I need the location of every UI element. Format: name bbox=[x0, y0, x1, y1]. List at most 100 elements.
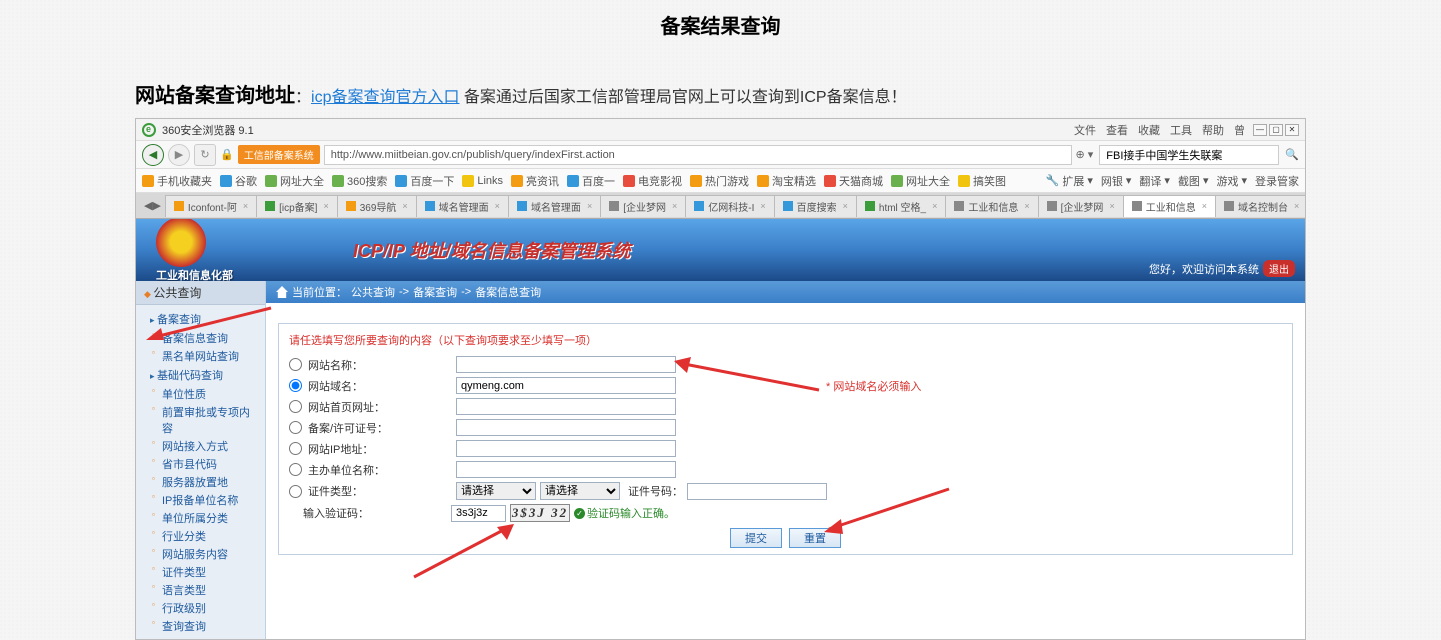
tree-item[interactable]: 网站服务内容 bbox=[136, 545, 265, 563]
bookmark-item[interactable]: 天猫商城 bbox=[824, 173, 883, 189]
input-org[interactable] bbox=[456, 461, 676, 478]
radio-homepage[interactable] bbox=[289, 400, 302, 413]
tabs-back-icon[interactable]: ◀▶ bbox=[140, 199, 165, 212]
radio-domain[interactable] bbox=[289, 379, 302, 392]
minimize-button[interactable]: — bbox=[1253, 124, 1267, 136]
radio-cert[interactable] bbox=[289, 485, 302, 498]
tree-group-query[interactable]: 备案查询 bbox=[136, 309, 265, 329]
reload-button[interactable]: ↻ bbox=[194, 144, 216, 166]
radio-ip[interactable] bbox=[289, 442, 302, 455]
forward-button[interactable]: ▶ bbox=[168, 144, 190, 166]
tab[interactable]: 域名管理面× bbox=[416, 195, 509, 217]
bookmark-item[interactable]: 网址大全 bbox=[891, 173, 950, 189]
tab[interactable]: 369导航× bbox=[337, 195, 417, 217]
tree-item[interactable]: IP报备单位名称 bbox=[136, 491, 265, 509]
intro-rest: 备案通过后国家工信部管理局官网上可以查询到ICP备案信息！ bbox=[459, 89, 906, 106]
select-cert-type2[interactable]: 请选择 bbox=[540, 482, 620, 500]
main-panel: 当前位置： 公共查询 -> 备案查询 -> 备案信息查询 请任选填写您所要查询的… bbox=[266, 281, 1305, 639]
screenshot-menu[interactable]: 截图 ▾ bbox=[1178, 173, 1209, 189]
maximize-button[interactable]: ▢ bbox=[1269, 124, 1283, 136]
translate-menu[interactable]: 翻译 ▾ bbox=[1139, 173, 1170, 189]
radio-sitename[interactable] bbox=[289, 358, 302, 371]
bc-link[interactable]: 公共查询 bbox=[351, 284, 395, 300]
tab[interactable]: 百度搜索× bbox=[774, 195, 857, 217]
menu-fav[interactable]: 收藏 bbox=[1138, 122, 1160, 138]
tree-group-codes[interactable]: 基础代码查询 bbox=[136, 365, 265, 385]
bank-menu[interactable]: 网银 ▾ bbox=[1101, 173, 1132, 189]
tab[interactable]: 工业和信息× bbox=[945, 195, 1038, 217]
tree-item[interactable]: 前置审批或专项内容 bbox=[136, 403, 265, 437]
submit-button[interactable]: 提交 bbox=[730, 528, 782, 548]
query-form: 请任选填写您所要查询的内容（以下查询项要求至少填写一项） 网站名称： 网站域名：… bbox=[278, 323, 1293, 555]
bookmark-item[interactable]: Links bbox=[462, 175, 503, 187]
tree-item[interactable]: 行政级别 bbox=[136, 599, 265, 617]
captcha-image[interactable]: 3$3J 32 bbox=[510, 504, 570, 522]
menu-file[interactable]: 文件 bbox=[1074, 122, 1096, 138]
bookmark-item[interactable]: 网址大全 bbox=[265, 173, 324, 189]
menu-tools[interactable]: 工具 bbox=[1170, 122, 1192, 138]
bookmark-item[interactable]: 淘宝精选 bbox=[757, 173, 816, 189]
breadcrumb: 当前位置： 公共查询 -> 备案查询 -> 备案信息查询 bbox=[266, 281, 1305, 303]
tab[interactable]: [企业梦网× bbox=[600, 195, 686, 217]
tree-item[interactable]: 黑名单网站查询 bbox=[136, 347, 265, 365]
bookmark-item[interactable]: 搞笑图 bbox=[958, 173, 1006, 189]
tree-item[interactable]: 行业分类 bbox=[136, 527, 265, 545]
input-ip[interactable] bbox=[456, 440, 676, 457]
radio-license[interactable] bbox=[289, 421, 302, 434]
tab[interactable]: 亿网科技-I× bbox=[685, 195, 774, 217]
login-manager[interactable]: 登录管家 bbox=[1255, 173, 1299, 189]
dropdown-icon[interactable]: ⊕ ▾ bbox=[1076, 148, 1094, 161]
tab[interactable]: [icp备案]× bbox=[256, 195, 338, 217]
titlebar-menu: 文件 查看 收藏 工具 帮助 曾 bbox=[1074, 122, 1245, 138]
tree-item[interactable]: 备案信息查询 bbox=[136, 329, 265, 347]
tree-item[interactable]: 网站接入方式 bbox=[136, 437, 265, 455]
bookmark-item[interactable]: 谷歌 bbox=[220, 173, 257, 189]
bookmark-item[interactable]: 360搜索 bbox=[332, 173, 387, 189]
tree-item[interactable]: 查询查询 bbox=[136, 617, 265, 635]
close-button[interactable]: ✕ bbox=[1285, 124, 1299, 136]
tab[interactable]: 域名控制台× bbox=[1215, 195, 1305, 217]
intro-link[interactable]: icp备案查询官方入口 bbox=[311, 89, 459, 106]
page-title: 备案结果查询 bbox=[0, 0, 1441, 59]
bookmark-item[interactable]: 热门游戏 bbox=[690, 173, 749, 189]
game-menu[interactable]: 游戏 ▾ bbox=[1216, 173, 1247, 189]
lock-icon: 🔒 bbox=[220, 148, 234, 161]
input-homepage[interactable] bbox=[456, 398, 676, 415]
tree-item[interactable]: 服务器放置地 bbox=[136, 473, 265, 491]
search-input[interactable] bbox=[1099, 145, 1279, 165]
tab[interactable]: Iconfont-阿× bbox=[165, 195, 257, 217]
input-license[interactable] bbox=[456, 419, 676, 436]
back-button[interactable]: ◀ bbox=[142, 144, 164, 166]
tab[interactable]: html 空格_× bbox=[856, 195, 947, 217]
bc-link[interactable]: 备案查询 bbox=[413, 284, 457, 300]
ext-menu[interactable]: 🔧 扩展 ▾ bbox=[1046, 173, 1093, 189]
input-cert-no[interactable] bbox=[687, 483, 827, 500]
row-ip: 网站IP地址： bbox=[279, 438, 1292, 459]
radio-org[interactable] bbox=[289, 463, 302, 476]
input-captcha[interactable] bbox=[451, 505, 506, 522]
bookmark-item[interactable]: 百度一 bbox=[567, 173, 615, 189]
tab-active[interactable]: 工业和信息× bbox=[1123, 195, 1216, 217]
url-input[interactable] bbox=[324, 145, 1072, 165]
bookmark-item[interactable]: 电竞影视 bbox=[623, 173, 682, 189]
select-cert-type1[interactable]: 请选择 bbox=[456, 482, 536, 500]
input-domain[interactable] bbox=[456, 377, 676, 394]
reset-button[interactable]: 重置 bbox=[789, 528, 841, 548]
navbar: ◀ ▶ ↻ 🔒 工信部备案系统 ⊕ ▾ 🔍 bbox=[136, 141, 1305, 169]
tab[interactable]: [企业梦网× bbox=[1038, 195, 1124, 217]
bookmark-item[interactable]: 百度一下 bbox=[395, 173, 454, 189]
menu-help[interactable]: 帮助 bbox=[1202, 122, 1224, 138]
tree-item[interactable]: 单位性质 bbox=[136, 385, 265, 403]
home-icon[interactable] bbox=[276, 286, 288, 298]
tree-item[interactable]: 单位所属分类 bbox=[136, 509, 265, 527]
tree-item[interactable]: 证件类型 bbox=[136, 563, 265, 581]
menu-view[interactable]: 查看 bbox=[1106, 122, 1128, 138]
exit-button[interactable]: 退出 bbox=[1263, 260, 1295, 277]
bookmark-item[interactable]: 亮资讯 bbox=[511, 173, 559, 189]
search-icon[interactable]: 🔍 bbox=[1285, 148, 1299, 161]
input-sitename[interactable] bbox=[456, 356, 676, 373]
tree-item[interactable]: 语言类型 bbox=[136, 581, 265, 599]
bookmark-fav[interactable]: 手机收藏夹 bbox=[142, 173, 212, 189]
tree-item[interactable]: 省市县代码 bbox=[136, 455, 265, 473]
tab[interactable]: 域名管理面× bbox=[508, 195, 601, 217]
